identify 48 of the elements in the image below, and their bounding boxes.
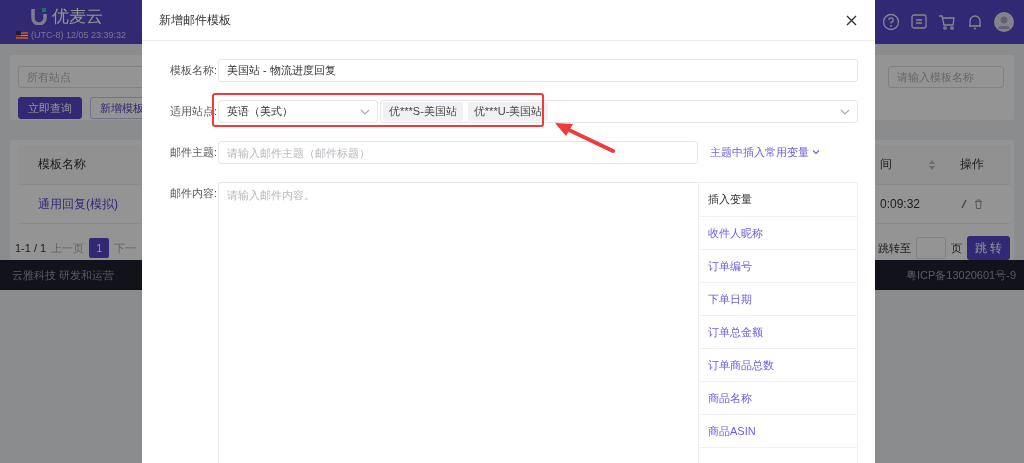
insert-variable-link[interactable]: 主题中插入常用变量 [710, 141, 821, 163]
bell-icon[interactable] [966, 13, 984, 31]
field-label: 模板名称: [170, 63, 218, 78]
content-field[interactable]: 请输入邮件内容。 [218, 182, 698, 463]
variable-item[interactable]: 商品ASIN [699, 415, 857, 448]
page-number[interactable]: 1 [89, 238, 110, 258]
field-label: 邮件内容: [170, 186, 218, 201]
help-icon[interactable] [882, 13, 900, 31]
jump-button[interactable]: 跳 转 [966, 236, 1010, 260]
site-tag[interactable]: 优***S-美国站 [383, 102, 463, 121]
pointer-arrow [555, 123, 615, 153]
license-text: 粤ICP备13020601号-9 [905, 267, 1016, 283]
column-header: 操作 [960, 156, 984, 174]
search-button[interactable]: 立即查询 [18, 97, 82, 119]
variable-item[interactable]: 订单编号 [699, 250, 857, 283]
avatar-icon[interactable] [994, 12, 1014, 32]
column-header: 模板名称 [37, 156, 87, 174]
language-select[interactable]: 英语（美式） [218, 100, 378, 123]
page-unit: 页 [950, 240, 962, 256]
page-range: 1-1 / 1 [15, 242, 47, 254]
variable-item[interactable]: 收件人昵称 [699, 217, 857, 250]
logo-text: 优麦云 [52, 5, 103, 28]
variable-item[interactable]: 订单总金额 [699, 316, 857, 349]
site-select[interactable]: 优***S-美国站 优***U-美国站 [380, 100, 858, 123]
company-text: 云雅科技 研发和运营 [12, 267, 115, 283]
page-input[interactable] [915, 237, 946, 259]
trash-icon[interactable] [974, 199, 983, 210]
cart-icon[interactable] [938, 13, 956, 31]
chevron-down-icon[interactable] [811, 147, 821, 157]
jump-label: 跳转至 [877, 240, 911, 256]
table-cell: 0:09:32 [880, 197, 921, 212]
clock-text: (UTC-8) 12/05 23:39:32 [31, 29, 127, 40]
template-name-field[interactable]: 美国站 - 物流进度回复 [218, 59, 858, 82]
panel-title: 插入变量 [699, 183, 857, 217]
site-tag[interactable]: 优***U-美国站 [467, 102, 549, 121]
variable-item[interactable]: 商品名称 [699, 382, 857, 415]
variable-item[interactable]: 订单商品总数 [699, 349, 857, 382]
flag-icon [16, 30, 28, 39]
field-label: 邮件主题: [170, 145, 218, 160]
edit-icon[interactable] [960, 199, 968, 210]
select-value: 英语（美式） [227, 104, 293, 119]
message-icon[interactable] [910, 13, 928, 31]
logo-icon [31, 7, 47, 25]
dialog-title: 新增邮件模板 [159, 11, 231, 29]
subject-field[interactable]: 请输入邮件主题（邮件标题） [218, 141, 698, 164]
variable-item[interactable]: 下单日期 [699, 283, 857, 316]
column-header: 间 [880, 156, 892, 174]
close-icon[interactable] [846, 14, 857, 26]
